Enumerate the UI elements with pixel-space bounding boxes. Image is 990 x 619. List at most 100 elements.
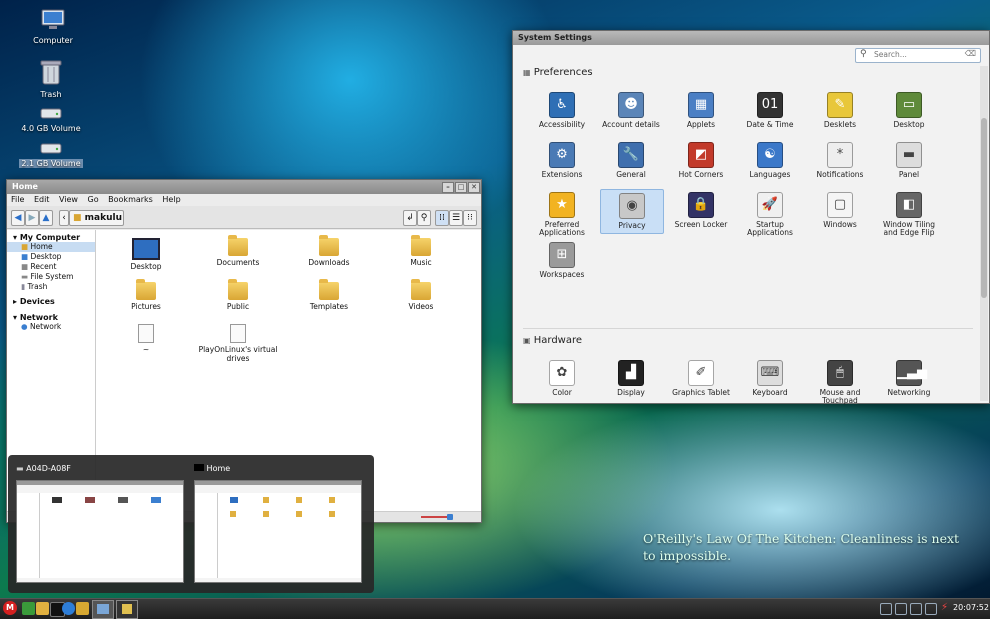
- sidebar-section-network[interactable]: ▾ Network: [7, 306, 95, 322]
- close-button[interactable]: ✕: [468, 182, 480, 193]
- settings-item[interactable]: ✐ Graphics Tablet: [670, 357, 732, 400]
- desktop-icon-computer[interactable]: Computer: [18, 8, 88, 45]
- zoom-slider-handle[interactable]: [447, 514, 453, 520]
- settings-item[interactable]: ☻ Account details: [600, 89, 662, 132]
- compact-view-button[interactable]: ⁝⁝: [463, 210, 477, 226]
- taskbar-window-home[interactable]: [116, 600, 138, 619]
- open-terminal-button[interactable]: ↲: [403, 210, 417, 226]
- settings-item[interactable]: ▬ Panel: [878, 139, 940, 182]
- desktop-icon-volume-2gb[interactable]: 2.1 GB Volume: [16, 141, 86, 168]
- update-tray-icon[interactable]: [910, 603, 922, 615]
- settings-item-label: Networking: [887, 388, 931, 397]
- menu-file[interactable]: File: [11, 195, 24, 204]
- up-button[interactable]: ▲: [39, 210, 53, 226]
- sidebar-section-devices[interactable]: ▸ Devices: [7, 292, 95, 306]
- settings-item-label: Screen Locker: [674, 220, 728, 229]
- desktop-icon-trash[interactable]: Trash: [16, 58, 86, 99]
- file-manager-titlebar[interactable]: Home – □ ✕: [7, 180, 481, 194]
- sidebar-item-desktop[interactable]: ■ Desktop: [7, 252, 95, 262]
- file-item[interactable]: Videos: [381, 279, 461, 311]
- settings-item[interactable]: 01 Date & Time: [739, 89, 801, 132]
- search-box[interactable]: ⚲ ⌫: [855, 48, 981, 63]
- file-item[interactable]: PlayOnLinux's virtual drives: [198, 324, 278, 363]
- sidebar-section-my-computer[interactable]: ▾ My Computer: [7, 230, 95, 242]
- folder-icon: [228, 235, 248, 256]
- clock[interactable]: 20:07:52: [953, 603, 989, 612]
- web-browser-launcher-icon[interactable]: [62, 602, 75, 615]
- menu-go[interactable]: Go: [88, 195, 99, 204]
- settings-item[interactable]: 🔧 General: [600, 139, 662, 182]
- settings-item[interactable]: ◉ Privacy: [600, 189, 664, 234]
- settings-item[interactable]: ▢ Windows: [809, 189, 871, 232]
- settings-item[interactable]: ⌨ Keyboard: [739, 357, 801, 400]
- location-button[interactable]: ■ makulu: [69, 210, 124, 226]
- file-item[interactable]: Public: [198, 279, 278, 311]
- sidebar-item-network[interactable]: ● Network: [7, 322, 95, 332]
- path-toggle-button[interactable]: ‹: [59, 210, 69, 226]
- window-tiling-and-edge-flip-icon: ◧: [896, 192, 922, 218]
- settings-item[interactable]: * Notifications: [809, 139, 871, 182]
- show-desktop-icon[interactable]: [22, 602, 35, 615]
- settings-item[interactable]: ✿ Color: [531, 357, 593, 400]
- settings-item[interactable]: ✎ Desklets: [809, 89, 871, 132]
- settings-item[interactable]: ▟ Display: [600, 357, 662, 400]
- settings-item[interactable]: ▭ Desktop: [878, 89, 940, 132]
- settings-item[interactable]: 🚀 Startup Applications: [739, 189, 801, 240]
- sidebar-item-home[interactable]: ■ Home: [7, 242, 95, 252]
- settings-item[interactable]: ▦ Applets: [670, 89, 732, 132]
- folder-launcher-icon[interactable]: [76, 602, 89, 615]
- system-settings-titlebar[interactable]: System Settings: [513, 31, 989, 45]
- settings-item[interactable]: ★ Preferred Applications: [531, 189, 593, 240]
- search-input[interactable]: [874, 50, 954, 59]
- network-tray-icon[interactable]: [925, 603, 937, 615]
- menu-help[interactable]: Help: [162, 195, 180, 204]
- settings-item[interactable]: 🔒 Screen Locker: [670, 189, 732, 232]
- clear-search-icon[interactable]: ⌫: [965, 49, 976, 58]
- settings-item[interactable]: ☯ Languages: [739, 139, 801, 182]
- menu-bookmarks[interactable]: Bookmarks: [108, 195, 153, 204]
- settings-item[interactable]: ♿ Accessibility: [531, 89, 593, 132]
- desktop-icon-volume-4gb[interactable]: 4.0 GB Volume: [16, 106, 86, 133]
- menu-button[interactable]: M: [3, 601, 17, 615]
- settings-item[interactable]: ◧ Window Tiling and Edge Flip: [878, 189, 940, 240]
- switcher-thumbnail-1[interactable]: [16, 480, 184, 583]
- switcher-thumbnail-2[interactable]: [194, 480, 362, 583]
- menu-edit[interactable]: Edit: [34, 195, 50, 204]
- desklets-icon: ✎: [827, 92, 853, 118]
- file-item[interactable]: Music: [381, 235, 461, 267]
- sidebar-item-recent[interactable]: ■ Recent: [7, 262, 95, 272]
- settings-item[interactable]: 🖱 Mouse and Touchpad: [809, 357, 871, 408]
- power-tray-icon[interactable]: ⚡: [941, 602, 948, 613]
- volume-tray-icon[interactable]: [880, 603, 892, 615]
- file-manager-launcher-icon[interactable]: [36, 602, 49, 615]
- sidebar-item-trash[interactable]: ▮ Trash: [7, 282, 95, 292]
- settings-item[interactable]: ⚙ Extensions: [531, 139, 593, 182]
- maximize-button[interactable]: □: [455, 182, 467, 193]
- search-button[interactable]: ⚲: [417, 210, 431, 226]
- forward-button[interactable]: ▶: [25, 210, 39, 226]
- back-button[interactable]: ◀: [11, 210, 25, 226]
- settings-item[interactable]: ▁▃▅ Networking: [878, 357, 940, 400]
- settings-item-label: Keyboard: [752, 388, 788, 397]
- scrollbar-thumb[interactable]: [981, 118, 987, 298]
- list-view-button[interactable]: ☰: [449, 210, 463, 226]
- file-item[interactable]: Templates: [289, 279, 369, 311]
- file-item[interactable]: Desktop: [106, 238, 186, 271]
- sidebar-item-file-system[interactable]: ▬ File System: [7, 272, 95, 282]
- file-item[interactable]: Pictures: [106, 279, 186, 311]
- settings-item[interactable]: ⊞ Workspaces: [531, 239, 593, 282]
- scrollbar[interactable]: [980, 66, 988, 401]
- file-item[interactable]: Documents: [198, 235, 278, 267]
- file-item[interactable]: Downloads: [289, 235, 369, 267]
- file-item[interactable]: ~: [106, 324, 186, 354]
- document-icon: [138, 324, 154, 343]
- date-time-icon: 01: [757, 92, 783, 118]
- taskbar-window-system-settings[interactable]: [92, 600, 114, 619]
- display-tray-icon[interactable]: [895, 603, 907, 615]
- panel-icon: ▬: [896, 142, 922, 168]
- settings-item-label: Account details: [602, 120, 660, 129]
- settings-item[interactable]: ◩ Hot Corners: [670, 139, 732, 182]
- icon-view-button[interactable]: ⁞⁞: [435, 210, 449, 226]
- minimize-button[interactable]: –: [442, 182, 454, 193]
- menu-view[interactable]: View: [59, 195, 78, 204]
